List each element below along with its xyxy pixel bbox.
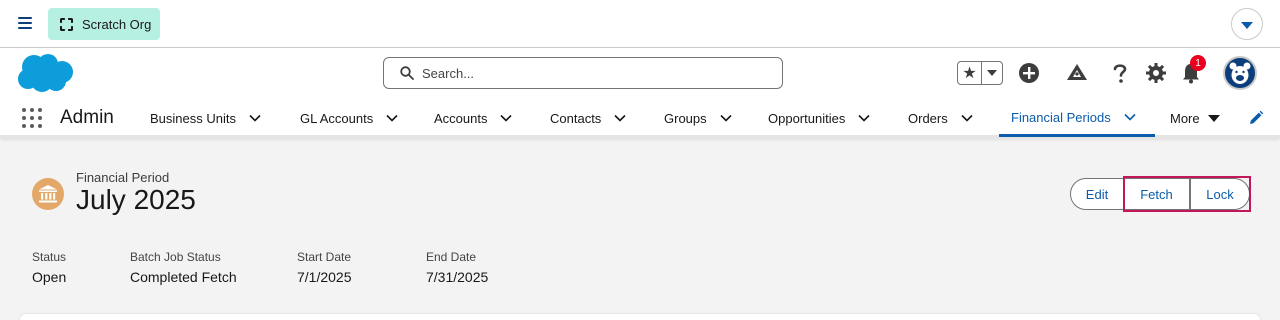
favorites-button-group[interactable]: ★ bbox=[957, 61, 1003, 85]
chevron-down-icon[interactable] bbox=[1123, 110, 1137, 124]
help-button[interactable] bbox=[1110, 62, 1130, 84]
nav-item-orders[interactable]: Orders bbox=[908, 100, 974, 136]
financial-period-icon bbox=[32, 178, 64, 210]
setup-dropdown-button[interactable] bbox=[1231, 8, 1263, 40]
lock-button[interactable]: Lock bbox=[1190, 178, 1250, 210]
field-end-date: End Date 7/31/2025 bbox=[426, 250, 488, 285]
nav-item-label: Orders bbox=[908, 110, 948, 126]
user-avatar[interactable] bbox=[1223, 56, 1257, 90]
nav-item-gl-accounts[interactable]: GL Accounts bbox=[300, 100, 399, 136]
setup-button[interactable] bbox=[1145, 62, 1167, 84]
org-icon bbox=[60, 17, 73, 31]
trailhead-guidance-button[interactable] bbox=[1066, 62, 1088, 84]
chevron-down-icon bbox=[1207, 114, 1220, 122]
field-label: Batch Job Status bbox=[130, 250, 221, 264]
nav-item-label: Financial Periods bbox=[1011, 109, 1111, 125]
field-value: 7/1/2025 bbox=[297, 269, 352, 285]
more-label: More bbox=[1170, 110, 1200, 126]
chevron-down-icon[interactable] bbox=[719, 111, 733, 125]
edit-nav-items-icon[interactable] bbox=[1248, 110, 1264, 126]
add-icon bbox=[1019, 63, 1039, 83]
chevron-down-icon[interactable] bbox=[857, 111, 871, 125]
chevron-down-icon[interactable] bbox=[960, 111, 974, 125]
bear-avatar-icon bbox=[1229, 62, 1251, 84]
nav-item-label: GL Accounts bbox=[300, 110, 374, 126]
global-header: Search... ★ 1 bbox=[0, 48, 1280, 100]
field-value: Completed Fetch bbox=[130, 269, 237, 285]
nav-more-menu[interactable]: More bbox=[1170, 100, 1220, 136]
nav-item-business-units[interactable]: Business Units bbox=[150, 100, 262, 136]
nav-item-label: Groups bbox=[664, 110, 707, 126]
fetch-button[interactable]: Fetch bbox=[1124, 178, 1190, 210]
search-icon bbox=[400, 66, 414, 80]
chevron-down-icon bbox=[1241, 21, 1253, 29]
global-create-button[interactable] bbox=[1018, 62, 1040, 84]
org-bar: Scratch Org bbox=[0, 0, 1280, 48]
nav-item-opportunities[interactable]: Opportunities bbox=[768, 100, 871, 136]
nav-item-label: Opportunities bbox=[768, 110, 846, 126]
field-label: End Date bbox=[426, 250, 477, 264]
app-name: Admin bbox=[60, 107, 114, 128]
details-card bbox=[20, 314, 1260, 320]
chevron-down-icon[interactable] bbox=[499, 111, 513, 125]
search-placeholder: Search... bbox=[422, 65, 475, 81]
field-label: Start Date bbox=[297, 250, 352, 264]
record-title: July 2025 bbox=[76, 184, 196, 215]
edit-button[interactable]: Edit bbox=[1070, 178, 1124, 210]
favorites-list-button[interactable] bbox=[982, 70, 1002, 76]
nav-item-accounts[interactable]: Accounts bbox=[434, 100, 513, 136]
nav-item-label: Contacts bbox=[550, 110, 602, 126]
field-value: 7/31/2025 bbox=[426, 269, 489, 285]
field-label: Status bbox=[32, 250, 67, 264]
app-launcher-icon[interactable] bbox=[22, 108, 42, 128]
chevron-down-icon bbox=[987, 70, 997, 76]
salesforce-logo[interactable] bbox=[16, 53, 74, 93]
record-actions: Edit Fetch Lock bbox=[1070, 178, 1250, 210]
nav-item-label: Business Units bbox=[150, 110, 236, 126]
star-icon[interactable]: ★ bbox=[958, 62, 982, 84]
gear-icon bbox=[1146, 63, 1166, 83]
nav-item-label: Accounts bbox=[434, 110, 488, 126]
nav-item-financial-periods[interactable]: Financial Periods bbox=[999, 100, 1155, 137]
field-batch-job-status: Batch Job Status Completed Fetch bbox=[130, 250, 237, 285]
bank-icon bbox=[39, 185, 57, 203]
org-label: Scratch Org bbox=[82, 16, 152, 32]
app-navigation-bar: Admin Business Units GL Accounts Account… bbox=[0, 100, 1280, 138]
field-start-date: Start Date 7/1/2025 bbox=[297, 250, 352, 285]
chevron-down-icon[interactable] bbox=[385, 111, 399, 125]
nav-item-contacts[interactable]: Contacts bbox=[550, 100, 627, 136]
menu-icon[interactable] bbox=[14, 14, 36, 34]
scratch-org-badge[interactable]: Scratch Org bbox=[48, 8, 160, 40]
global-search-input[interactable]: Search... bbox=[383, 57, 783, 89]
chevron-down-icon[interactable] bbox=[248, 111, 262, 125]
trailhead-icon bbox=[1067, 64, 1087, 80]
help-icon bbox=[1113, 64, 1127, 83]
chevron-down-icon[interactable] bbox=[613, 111, 627, 125]
notification-count-badge: 1 bbox=[1190, 55, 1206, 71]
field-status: Status Open bbox=[32, 250, 66, 285]
field-value: Open bbox=[32, 269, 67, 285]
nav-item-groups[interactable]: Groups bbox=[664, 100, 733, 136]
record-type-label: Financial Period bbox=[76, 170, 170, 185]
